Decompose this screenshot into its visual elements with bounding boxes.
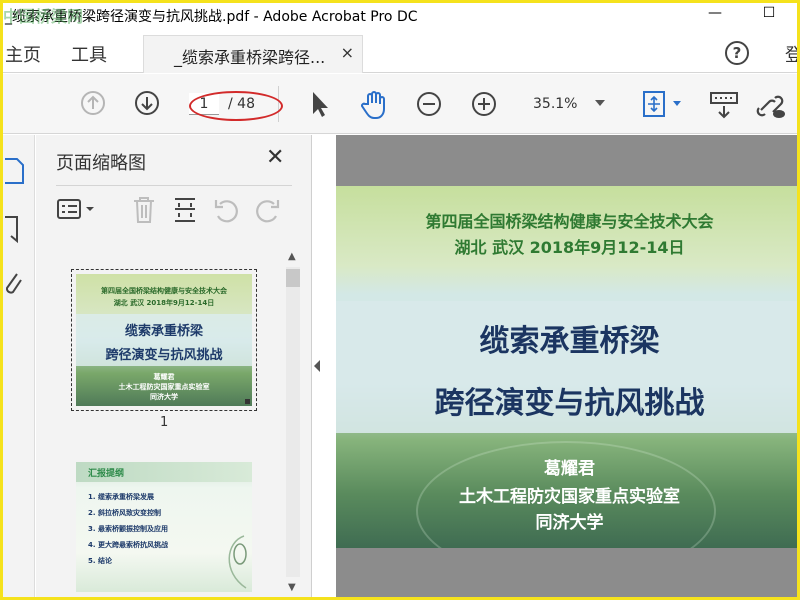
slide-title-line1: 缆索承重桥梁 — [479, 324, 660, 359]
thumbnail-page-2[interactable]: 汇报提纲 1. 缆索承重桥梁发展 2. 斜拉桥风致灾变控制 3. 悬索桥颤振控制… — [76, 462, 252, 592]
next-page-icon[interactable] — [134, 90, 160, 116]
scroll-down-icon[interactable]: ▼ — [288, 582, 296, 593]
select-tool-icon[interactable] — [308, 90, 330, 118]
thumb2-item: 2. 斜拉桥风致灾变控制 — [88, 509, 161, 517]
close-panel-button[interactable]: ✕ — [266, 145, 284, 170]
thumb2-heading: 汇报提纲 — [88, 469, 125, 479]
scroll-track[interactable] — [286, 267, 300, 577]
author-name: 葛耀君 — [544, 459, 595, 479]
rotate-left-icon[interactable] — [212, 195, 240, 225]
thumb-author: 葛耀君 — [153, 373, 175, 381]
navigation-rail — [3, 135, 35, 597]
help-button[interactable]: ? — [725, 41, 749, 65]
panel-divider — [56, 185, 292, 186]
thumb2-item: 5. 结论 — [88, 557, 112, 565]
keyboard-download-icon[interactable] — [709, 90, 739, 120]
zoom-in-icon[interactable] — [470, 90, 498, 118]
page-thumbnails-panel: 页面缩略图 ✕ 第四届全国桥梁结构健康与安全技术大会 湖北 武汉 2018年9月… — [36, 135, 312, 597]
zoom-level-select[interactable]: 35.1% — [533, 96, 577, 112]
thumbnails-scrollbar[interactable]: ▲ ▼ — [284, 247, 302, 597]
page-number-highlight — [189, 91, 283, 121]
thumb2-item: 4. 更大跨悬索桥抗风挑战 — [88, 541, 168, 549]
options-menu-icon[interactable] — [56, 195, 96, 223]
chevron-down-icon[interactable] — [595, 100, 605, 106]
thumb-conference: 第四届全国桥梁结构健康与安全技术大会 — [101, 287, 227, 295]
acrobat-window: _缆索承重桥梁跨径演变与抗风挑战.pdf - Adobe Acrobat Pro… — [0, 0, 800, 600]
collapse-panel-icon[interactable] — [314, 360, 320, 372]
fit-page-chevron-icon[interactable] — [673, 101, 681, 106]
resize-handle[interactable] — [245, 399, 250, 404]
attachments-icon[interactable] — [3, 270, 25, 300]
thumb2-decoration — [228, 535, 247, 589]
minimize-button[interactable]: — — [705, 5, 725, 23]
thumb-lab: 土木工程防灾国家重点实验室 — [118, 383, 210, 391]
rotate-right-icon[interactable] — [254, 195, 282, 225]
share-link-icon[interactable] — [755, 90, 787, 120]
scroll-thumb[interactable] — [286, 269, 300, 287]
maximize-button[interactable]: ☐ — [759, 5, 779, 23]
sign-in-link[interactable]: 登 — [785, 41, 797, 67]
conference-name: 第四届全国桥梁结构健康与安全技术大会 — [425, 212, 714, 231]
tab-document[interactable]: _缆索承重桥梁跨径... × — [143, 35, 363, 73]
insert-page-icon[interactable] — [171, 195, 199, 225]
thumb-title-line2: 跨径演变与抗风挑战 — [105, 348, 223, 363]
tab-tools[interactable]: 工具 — [71, 41, 107, 67]
thumbnail-page-1[interactable]: 第四届全国桥梁结构健康与安全技术大会 湖北 武汉 2018年9月12-14日 缆… — [76, 274, 252, 406]
site-watermark: 中国桥梁网 — [3, 7, 84, 26]
thumb-title-line1: 缆索承重桥梁 — [124, 324, 203, 339]
document-tab-label: _缆索承重桥梁跨径... — [174, 48, 326, 67]
thumb-university: 同济大学 — [150, 393, 178, 401]
pdf-page: 第四届全国桥梁结构健康与安全技术大会 湖北 武汉 2018年9月12-14日 缆… — [336, 186, 797, 548]
panel-title: 页面缩略图 — [56, 153, 146, 174]
previous-page-icon[interactable] — [80, 90, 106, 116]
close-tab-button[interactable]: × — [341, 43, 354, 62]
title-bar: _缆索承重桥梁跨径演变与抗风挑战.pdf - Adobe Acrobat Pro… — [3, 3, 797, 27]
thumb-location-date: 湖北 武汉 2018年9月12-14日 — [113, 299, 215, 307]
thumbnail-page-number: 1 — [160, 415, 169, 430]
tab-home[interactable]: 主页 — [5, 41, 41, 67]
fit-page-icon[interactable] — [641, 90, 669, 118]
tab-bar: 主页 工具 _缆索承重桥梁跨径... × ? 登 — [3, 27, 797, 73]
lab-name: 土木工程防灾国家重点实验室 — [459, 487, 680, 507]
delete-page-icon[interactable] — [130, 195, 158, 225]
page-thumbnails-icon[interactable] — [3, 155, 25, 185]
scroll-up-icon[interactable]: ▲ — [288, 251, 296, 262]
hand-tool-icon[interactable] — [360, 90, 388, 120]
bookmarks-icon[interactable] — [3, 215, 23, 245]
zoom-out-icon[interactable] — [415, 90, 443, 118]
university-name: 同济大学 — [535, 513, 604, 533]
slide-title-line2: 跨径演变与抗风挑战 — [434, 386, 705, 421]
thumb2-item: 3. 悬索桥颤振控制及应用 — [88, 525, 168, 533]
location-date: 湖北 武汉 2018年9月12-14日 — [454, 238, 685, 257]
thumb2-item: 1. 缆索承重桥梁发展 — [88, 493, 154, 501]
main-toolbar: 1 / 48 35.1% — [3, 74, 797, 134]
